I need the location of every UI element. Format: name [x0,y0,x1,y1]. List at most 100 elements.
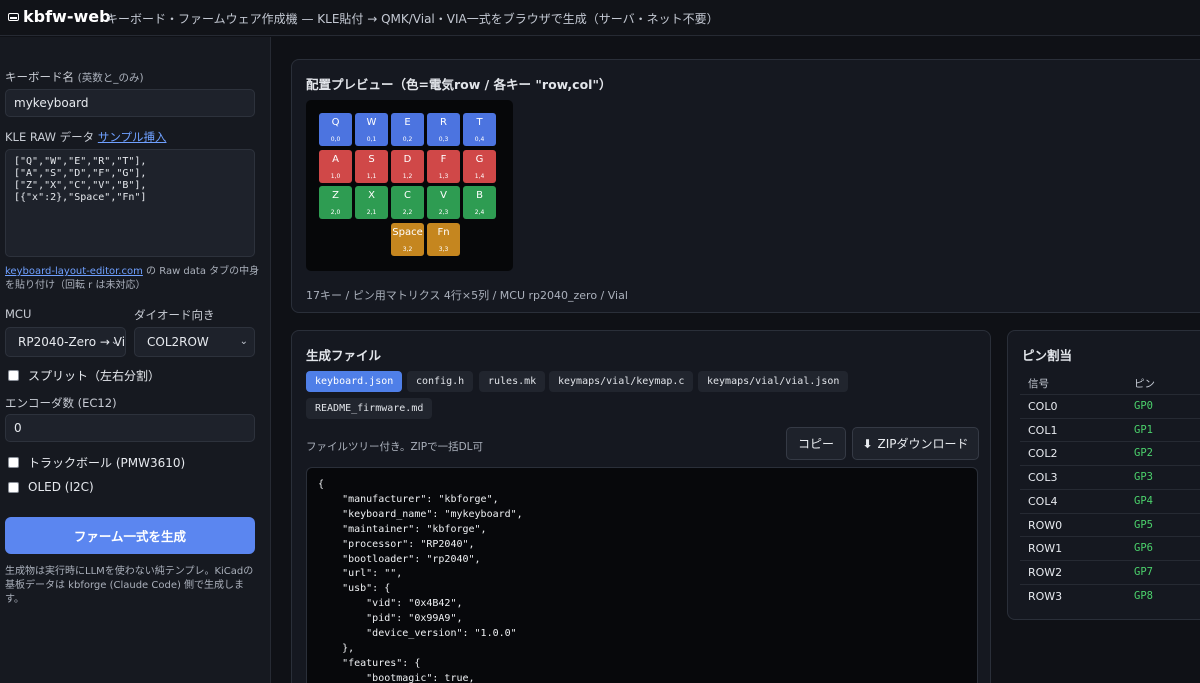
key-coord: 0,2 [402,136,413,143]
key-coord: 1,1 [366,172,377,180]
tab-rules-mk[interactable]: rules.mk [479,371,546,392]
code-viewer[interactable]: { "manufacturer": "kbforge", "keyboard_n… [306,467,978,683]
key-coord: 1,3 [438,172,449,180]
keyboard-name-label: キーボード名 (英数と_のみ) [5,69,144,85]
key-coord: 0,0 [330,136,341,143]
trackball-checkbox-row[interactable]: トラックボール (PMW3610) [8,454,185,471]
oled-label: OLED (I2C) [28,480,94,494]
pin-assignment-panel: ピン割当 信号 ピン COL0 GP0 COL1 GP1 COL2 GP2 COL3 GP3 C… [1007,330,1200,620]
key-cap: B 2,4 [463,186,496,219]
key-cap: Fn 3,3 [427,222,460,256]
zip-download-button[interactable]: ⬇ ZIPダウンロード [852,427,979,460]
keyboard-name-label-text: キーボード名 [5,70,74,84]
key-label: Fn [437,226,450,238]
pin-table-row: COL0 GP0 [1020,394,1200,418]
split-label: スプリット（左右分割） [28,369,161,383]
kle-hint-line1: の Raw data タブの中身 [142,266,260,277]
key-label: W [366,117,377,128]
tab-vial-json[interactable]: keymaps/vial/vial.json [698,371,849,392]
pin-table-row: COL3 GP3 [1020,465,1200,489]
oled-checkbox-row[interactable]: OLED (I2C) [8,480,94,494]
key-label: T [476,117,483,128]
chevron-down-icon: ⌄ [239,336,248,347]
kle-raw-label: KLE RAW データ サンプル挿入 [5,129,166,145]
tagline: キーボード・ファームウェア作成機 — KLE貼付 → QMK/Vial・VIA一… [106,12,719,26]
copy-button[interactable]: コピー [786,427,846,460]
preview-title: 配置プレビュー（色=電気row / 各キー "row,col"） [306,77,612,92]
mcu-select[interactable]: RP2040-Zero → Vi ⌄ [5,327,126,357]
kle-editor-link[interactable]: keyboard-layout-editor.com [5,266,143,277]
kle-hint-line2: を貼り付け（回転 r は未対応） [5,280,146,291]
key-coord: 0,1 [366,136,377,143]
keyboard-icon [8,12,19,21]
key-label: C [404,190,411,201]
pin-signal: COL4 [1028,494,1058,508]
matrix-summary: 17キー / ピン用マトリクス 4行×5列 / MCU rp2040_zero … [306,289,628,302]
key-label: Q [331,117,340,128]
key-coord: 3,2 [402,245,413,253]
download-icon: ⬇ [862,436,873,451]
key-cap: F 1,3 [427,149,460,183]
trackball-label: トラックボール (PMW3610) [28,456,186,470]
diode-label: ダイオード向き [134,308,215,322]
key-label: Space [392,226,423,238]
keyboard-name-input[interactable] [5,89,255,117]
oled-checkbox[interactable] [8,481,19,493]
pin-signal: COL3 [1028,471,1058,485]
pin-table-header-signal: 信号 [1028,378,1049,390]
code-content: { "manufacturer": "kbforge", "keyboard_n… [318,479,523,683]
key-label: V [440,190,447,201]
key-label: B [476,190,483,201]
tab-readme-firmware[interactable]: README_firmware.md [306,398,433,419]
sample-insert-link[interactable]: サンプル挿入 [98,130,167,144]
key-label: A [332,153,339,165]
pin-gpio: GP1 [1134,423,1153,436]
key-coord: 0,4 [474,136,485,143]
key-coord: 1,4 [474,172,485,180]
encoder-count-input[interactable] [5,414,255,442]
key-cap: S 1,1 [355,149,388,183]
key-cap: X 2,1 [355,186,388,219]
split-checkbox[interactable] [8,370,19,381]
key-cap: G 1,4 [463,149,496,183]
generated-files-panel: 生成ファイル keyboard.json config.h rules.mk k… [291,330,991,683]
key-cap: Q 0,0 [319,113,352,146]
kle-raw-textarea[interactable]: ["Q","W","E","R","T"], ["A","S","D","F",… [5,149,255,257]
key-label: X [368,190,375,201]
pins-title: ピン割当 [1022,348,1073,363]
encoder-label: エンコーダ数 (EC12) [5,396,117,410]
file-tree-note: ファイルツリー付き。ZIPで一括DL可 [306,441,484,453]
split-checkbox-row[interactable]: スプリット（左右分割） [8,367,160,384]
pin-signal: COL0 [1028,400,1058,413]
diode-select[interactable]: COL2ROW ⌄ [134,327,255,357]
keyboard-preview: Q 0,0 W 0,1 E 0,2 R 0,3 T 0,4 A 1,0 S 1,1 D 1,2 F 1,3 G 1,4… [306,100,513,271]
pin-gpio: GP6 [1134,542,1153,555]
key-cap: E 0,2 [391,113,424,146]
key-label: D [403,153,412,165]
pin-table-row: ROW0 GP5 [1020,512,1200,537]
tab-keymap-c[interactable]: keymaps/vial/keymap.c [549,371,694,392]
key-cap: T 0,4 [463,113,496,146]
key-label: R [440,117,447,128]
key-cap: Z 2,0 [319,186,352,219]
mcu-select-value: RP2040-Zero → Vi [18,335,126,349]
pin-table-row: ROW1 GP6 [1020,536,1200,560]
tab-keyboard-json[interactable]: keyboard.json [306,371,403,392]
keyboard-name-hint: (英数と_のみ) [77,72,144,84]
key-label: F [440,153,447,165]
top-bar: kbfw-web キーボード・ファームウェア作成機 — KLE貼付 → QMK/… [0,0,1200,36]
pin-gpio: GP5 [1134,518,1153,531]
generate-firmware-button[interactable]: ファーム一式を生成 [5,517,255,554]
chevron-down-icon: ⌄ [110,336,119,347]
mcu-label: MCU [5,307,32,321]
brand: kbfw-web [8,7,111,26]
key-label: S [368,153,375,165]
key-cap: W 0,1 [355,113,388,146]
key-coord: 2,3 [438,209,449,216]
key-coord: 1,2 [402,172,413,180]
tab-config-h[interactable]: config.h [407,371,474,392]
key-label: G [475,153,484,165]
pin-signal: ROW1 [1028,542,1063,556]
pin-signal: ROW2 [1028,565,1063,579]
trackball-checkbox[interactable] [8,457,19,468]
